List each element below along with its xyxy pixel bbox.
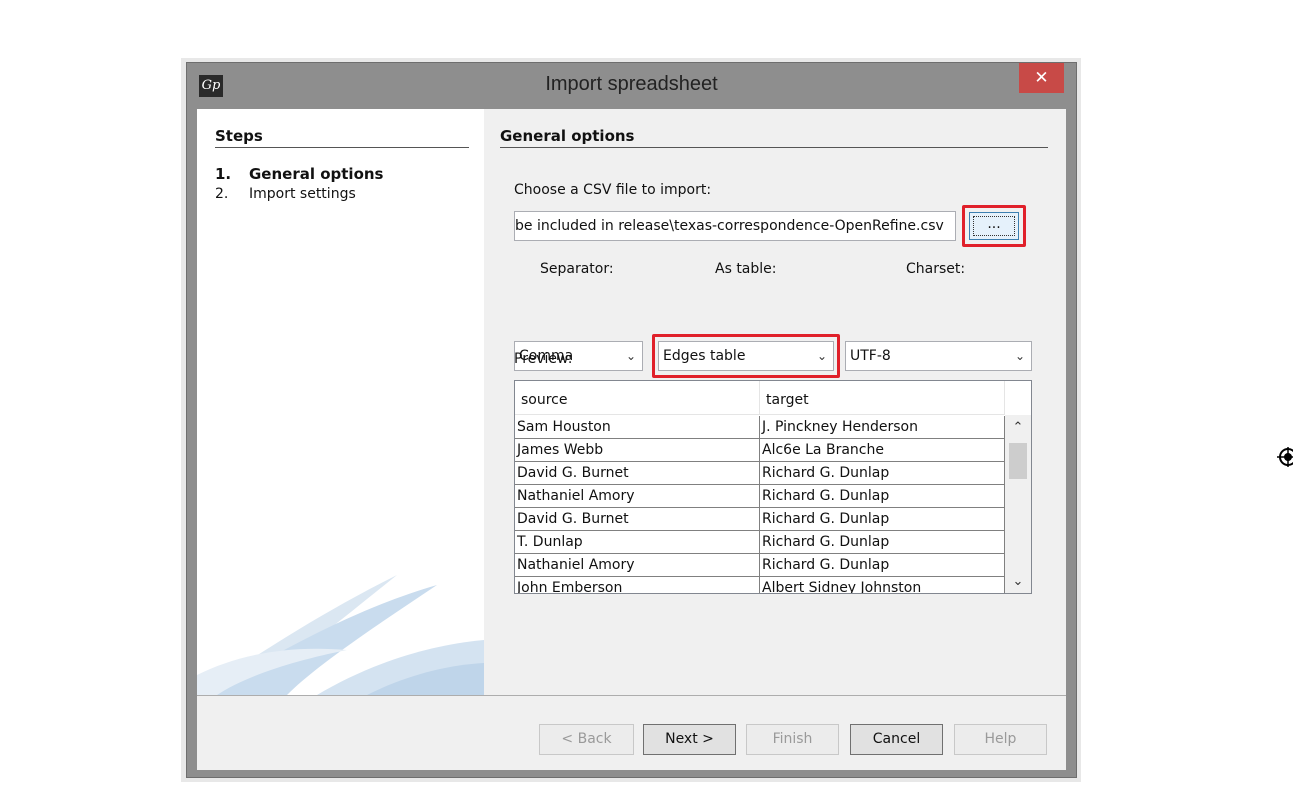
browse-button[interactable]: ... xyxy=(969,212,1019,240)
dialog-title: Import spreadsheet xyxy=(545,73,718,95)
table-cell: T. Dunlap xyxy=(515,531,760,554)
as-table-label: As table: xyxy=(715,261,777,277)
table-cell: John Emberson xyxy=(515,577,760,593)
preview-label: Preview: xyxy=(514,351,573,367)
vertical-scrollbar[interactable]: ⌃ ⌄ xyxy=(1005,415,1031,593)
decorative-swoosh-graphic xyxy=(197,575,484,695)
table-row[interactable]: Nathaniel Amory Richard G. Dunlap xyxy=(515,554,1005,577)
section-title: General options xyxy=(500,127,1048,148)
cancel-button[interactable]: Cancel xyxy=(850,724,943,755)
button-bar: < Back Next > Finish Cancel Help xyxy=(197,695,1066,770)
step-label: General options xyxy=(249,165,384,183)
crosshair-target-icon xyxy=(1277,446,1293,468)
table-row[interactable]: Nathaniel Amory Richard G. Dunlap xyxy=(515,485,1005,508)
step-general-options: 1. General options xyxy=(215,165,384,183)
table-cell: Richard G. Dunlap xyxy=(760,508,1005,531)
table-cell: Richard G. Dunlap xyxy=(760,462,1005,485)
step-label: Import settings xyxy=(249,186,356,202)
charset-value: UTF-8 xyxy=(850,348,891,364)
table-cell: Nathaniel Amory xyxy=(515,554,760,577)
close-button[interactable]: ✕ xyxy=(1019,63,1064,93)
column-header-source[interactable]: source xyxy=(515,381,760,415)
next-button[interactable]: Next > xyxy=(643,724,736,755)
steps-heading: Steps xyxy=(215,127,469,148)
table-cell: Richard G. Dunlap xyxy=(760,531,1005,554)
table-row[interactable]: Sam Houston J. Pinckney Henderson xyxy=(515,416,1005,439)
file-path-text: be included in release\texas-corresponde… xyxy=(515,218,944,234)
title-bar[interactable]: Gp Import spreadsheet ✕ xyxy=(187,63,1076,109)
chevron-down-icon: ⌄ xyxy=(625,349,636,363)
scroll-up-icon[interactable]: ⌃ xyxy=(1005,419,1031,437)
close-icon: ✕ xyxy=(1034,68,1049,88)
table-cell: Nathaniel Amory xyxy=(515,485,760,508)
csv-file-path-field[interactable]: be included in release\texas-corresponde… xyxy=(514,211,956,241)
separator-label: Separator: xyxy=(540,261,614,277)
step-number: 2. xyxy=(215,186,229,202)
table-cell: David G. Burnet xyxy=(515,462,760,485)
steps-pane: Steps 1. General options 2. Import setting… xyxy=(197,109,484,695)
focus-ring xyxy=(973,216,1015,236)
table-cell: James Webb xyxy=(515,439,760,462)
scrollbar-thumb[interactable] xyxy=(1009,443,1027,479)
dialog-client-area: Steps 1. General options 2. Import setting… xyxy=(197,109,1066,770)
table-cell: Albert Sidney Johnston xyxy=(760,577,1005,593)
table-cell: J. Pinckney Henderson xyxy=(760,416,1005,439)
as-table-select[interactable]: Edges table ⌄ xyxy=(658,341,834,371)
back-button[interactable]: < Back xyxy=(539,724,634,755)
table-row[interactable]: James Webb Alc6e La Branche xyxy=(515,439,1005,462)
table-cell: Sam Houston xyxy=(515,416,760,439)
table-row[interactable]: David G. Burnet Richard G. Dunlap xyxy=(515,462,1005,485)
table-cell: David G. Burnet xyxy=(515,508,760,531)
charset-select[interactable]: UTF-8 ⌄ xyxy=(845,341,1032,371)
table-cell: Richard G. Dunlap xyxy=(760,485,1005,508)
finish-button[interactable]: Finish xyxy=(746,724,839,755)
step-import-settings: 2. Import settings xyxy=(215,186,356,202)
table-cell: Alc6e La Branche xyxy=(760,439,1005,462)
help-button[interactable]: Help xyxy=(954,724,1047,755)
import-spreadsheet-dialog: Gp Import spreadsheet ✕ Steps 1. General … xyxy=(186,62,1077,778)
table-row[interactable]: T. Dunlap Richard G. Dunlap xyxy=(515,531,1005,554)
table-row[interactable]: John Emberson Albert Sidney Johnston xyxy=(515,577,1005,593)
chevron-down-icon: ⌄ xyxy=(1014,349,1025,363)
preview-table[interactable]: source target Sam Houston J. Pinckney He… xyxy=(514,380,1032,594)
table-row[interactable]: David G. Burnet Richard G. Dunlap xyxy=(515,508,1005,531)
scroll-down-icon[interactable]: ⌄ xyxy=(1005,573,1031,591)
table-cell: Richard G. Dunlap xyxy=(760,554,1005,577)
general-options-pane: General options Choose a CSV file to imp… xyxy=(484,109,1066,695)
column-header-target[interactable]: target xyxy=(760,381,1005,415)
as-table-value: Edges table xyxy=(663,348,746,364)
chevron-down-icon: ⌄ xyxy=(816,349,827,363)
file-chooser-label: Choose a CSV file to import: xyxy=(514,182,712,198)
charset-label: Charset: xyxy=(906,261,966,277)
step-number: 1. xyxy=(215,165,232,183)
